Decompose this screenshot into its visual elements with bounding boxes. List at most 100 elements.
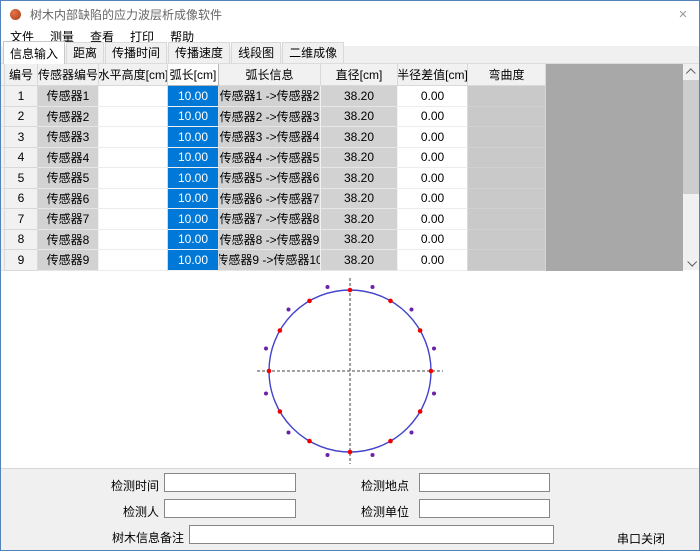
row-number-cell[interactable]: 9	[5, 250, 38, 271]
table-row: 7传感器710.00传感器7 ->传感器838.200.00	[1, 209, 683, 230]
diameter-cell: 38.20	[321, 189, 398, 210]
horizontal-height-cell[interactable]	[99, 230, 168, 251]
detect-unit-input[interactable]	[419, 499, 550, 518]
sensor-point	[307, 439, 312, 444]
row-number-cell[interactable]: 6	[5, 189, 38, 210]
table-row: 6传感器610.00传感器6 ->传感器738.200.00	[1, 189, 683, 210]
horizontal-height-cell[interactable]	[99, 209, 168, 230]
arc-info-cell: 传感器5 ->传感器6	[219, 168, 321, 189]
horizontal-height-cell[interactable]	[99, 86, 168, 107]
table-row: 2传感器210.00传感器2 ->传感器338.200.00	[1, 107, 683, 128]
arc-length-cell[interactable]: 10.00	[168, 86, 219, 107]
tab-3[interactable]: 传播时间	[105, 42, 167, 63]
column-header-6[interactable]: 直径[cm]	[321, 64, 398, 86]
radius-diff-cell[interactable]: 0.00	[398, 107, 468, 128]
row-filler	[546, 230, 683, 251]
arc-info-cell: 传感器3 ->传感器4	[219, 127, 321, 148]
tab-2[interactable]: 距离	[66, 42, 104, 63]
tab-4[interactable]: 传播速度	[168, 42, 230, 63]
row-filler	[546, 148, 683, 169]
row-number-cell[interactable]: 4	[5, 148, 38, 169]
row-number-cell[interactable]: 8	[5, 230, 38, 251]
arc-info-cell: 传感器8 ->传感器9	[219, 230, 321, 251]
measured-point	[371, 453, 375, 457]
tab-6[interactable]: 二维成像	[282, 42, 344, 63]
measured-point	[410, 431, 414, 435]
sensor-name-cell: 传感器2	[38, 107, 99, 128]
arc-info-cell: 传感器4 ->传感器5	[219, 148, 321, 169]
sensor-point	[267, 369, 272, 374]
chevron-down-icon	[687, 256, 697, 266]
scroll-down-icon[interactable]	[683, 254, 699, 270]
close-icon[interactable]: ×	[667, 1, 699, 27]
radius-diff-cell[interactable]: 0.00	[398, 209, 468, 230]
horizontal-height-cell[interactable]	[99, 168, 168, 189]
chevron-up-icon	[685, 68, 695, 78]
sensor-point	[348, 450, 353, 455]
measured-point	[432, 347, 436, 351]
diameter-cell: 38.20	[321, 209, 398, 230]
scroll-up-icon[interactable]	[683, 64, 699, 80]
horizontal-height-cell[interactable]	[99, 127, 168, 148]
column-header-3[interactable]: 水平高度[cm]	[99, 64, 168, 86]
radius-diff-cell[interactable]: 0.00	[398, 250, 468, 271]
column-header-7[interactable]: 半径差值[cm]	[398, 64, 468, 86]
row-filler	[546, 189, 683, 210]
row-number-cell[interactable]: 1	[5, 86, 38, 107]
column-header-1[interactable]: 编号	[5, 64, 38, 86]
row-number-cell[interactable]: 5	[5, 168, 38, 189]
horizontal-height-cell[interactable]	[99, 250, 168, 271]
table-scrollbar[interactable]	[683, 64, 699, 270]
arc-length-cell[interactable]: 10.00	[168, 230, 219, 251]
row-number-cell[interactable]: 7	[5, 209, 38, 230]
window-title: 树木内部缺陷的应力波层析成像软件	[30, 6, 222, 23]
table-row: 5传感器510.00传感器5 ->传感器638.200.00	[1, 168, 683, 189]
tab-1[interactable]: 信息输入	[3, 41, 65, 64]
scrollbar-thumb[interactable]	[683, 80, 699, 194]
detect-place-input[interactable]	[419, 473, 550, 492]
tree-remark-label: 树木信息备注	[99, 529, 184, 546]
curvature-cell	[468, 189, 546, 210]
measured-point	[432, 392, 436, 396]
row-filler	[546, 209, 683, 230]
diameter-cell: 38.20	[321, 168, 398, 189]
sensor-point	[388, 439, 393, 444]
column-header-8[interactable]: 弯曲度	[468, 64, 546, 86]
radius-diff-cell[interactable]: 0.00	[398, 127, 468, 148]
measured-point	[264, 392, 268, 396]
sensor-circle-diagram	[1, 270, 699, 468]
sensor-point	[348, 288, 353, 293]
diameter-cell: 38.20	[321, 230, 398, 251]
horizontal-height-cell[interactable]	[99, 189, 168, 210]
horizontal-height-cell[interactable]	[99, 107, 168, 128]
sensor-point	[429, 369, 434, 374]
radius-diff-cell[interactable]: 0.00	[398, 230, 468, 251]
curvature-cell	[468, 86, 546, 107]
row-number-cell[interactable]: 3	[5, 127, 38, 148]
arc-info-cell: 传感器6 ->传感器7	[219, 189, 321, 210]
row-number-cell[interactable]: 2	[5, 107, 38, 128]
tree-remark-input[interactable]	[189, 525, 554, 544]
column-header-5[interactable]: 弧长信息	[219, 64, 321, 86]
arc-length-cell[interactable]: 10.00	[168, 148, 219, 169]
horizontal-height-cell[interactable]	[99, 148, 168, 169]
radius-diff-cell[interactable]: 0.00	[398, 168, 468, 189]
column-header-2[interactable]: 传感器编号	[38, 64, 99, 86]
table-row: 8传感器810.00传感器8 ->传感器938.200.00	[1, 230, 683, 251]
arc-length-cell[interactable]: 10.00	[168, 127, 219, 148]
arc-length-cell[interactable]: 10.00	[168, 189, 219, 210]
arc-length-cell[interactable]: 10.00	[168, 107, 219, 128]
detect-time-input[interactable]	[164, 473, 296, 492]
table-row: 4传感器410.00传感器4 ->传感器538.200.00	[1, 148, 683, 169]
detect-person-input[interactable]	[164, 499, 296, 518]
radius-diff-cell[interactable]: 0.00	[398, 86, 468, 107]
curvature-cell	[468, 148, 546, 169]
radius-diff-cell[interactable]: 0.00	[398, 148, 468, 169]
column-header-4[interactable]: 弧长[cm]	[168, 64, 219, 86]
tab-5[interactable]: 线段图	[231, 42, 281, 63]
radius-diff-cell[interactable]: 0.00	[398, 189, 468, 210]
arc-length-cell[interactable]: 10.00	[168, 209, 219, 230]
arc-length-cell[interactable]: 10.00	[168, 168, 219, 189]
table-row: 1传感器110.00传感器1 ->传感器238.200.00	[1, 86, 683, 107]
arc-length-cell[interactable]: 10.00	[168, 250, 219, 271]
